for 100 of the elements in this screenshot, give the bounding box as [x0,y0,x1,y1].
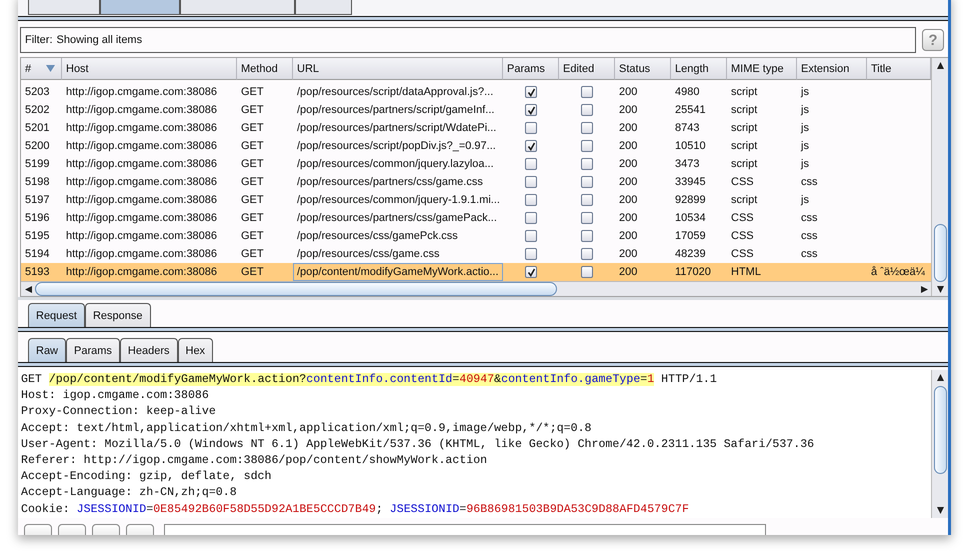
tab[interactable]: Raw [28,338,66,362]
table-cell: GET [241,86,264,98]
checkbox[interactable] [581,158,593,170]
table-row[interactable]: 5193 http://igop.cmgame.com:38086 GET /pop/content/modifyGameMyWork.actio... 200 117020 HTML å ˆä½œä¼ [21,263,931,281]
checkbox[interactable] [581,248,593,260]
table-cell: CSS [731,230,754,242]
checkbox[interactable] [581,104,593,116]
table-cell: script [731,86,758,98]
table-cell: /pop/content/modifyGameMyWork.actio... [297,266,499,278]
filter-label: Filter: [25,34,52,46]
checkbox[interactable] [525,194,537,206]
table-cell: 5203 [25,86,50,98]
table-cell: 33945 [675,176,706,188]
table-cell: /pop/resources/partners/script/gameInf... [297,104,494,116]
table-cell: http://igop.cmgame.com:38086 [66,140,218,152]
table-cell: CSS [731,212,754,224]
tab[interactable] [100,0,180,15]
table-cell: 5200 [25,140,50,152]
table-cell: GET [241,194,264,206]
table-cell: script [731,122,758,134]
table-cell: css [801,248,818,260]
table-cell: js [801,122,809,134]
tab[interactable] [28,0,100,15]
table-cell: 5201 [25,122,50,134]
table-cell: GET [241,176,264,188]
table-cell: 5195 [25,230,50,242]
filter-status: Showing all items [56,34,142,46]
table-cell: 200 [619,158,638,170]
table-cell: /pop/resources/css/game.css [297,248,440,260]
table-cell: 200 [619,248,638,260]
table-cell: 200 [619,122,638,134]
tab[interactable] [295,0,352,15]
checkbox[interactable] [525,176,537,188]
table-cell: 17059 [675,230,706,242]
tab[interactable]: Headers [120,338,178,362]
checkbox[interactable] [581,122,593,134]
table-cell: 200 [619,104,638,116]
table-cell: 200 [619,140,638,152]
checkbox[interactable] [525,104,537,116]
table-cell: GET [241,266,264,278]
table-cell: 25541 [675,104,706,116]
table-cell: css [801,230,818,242]
request-text[interactable]: GET /pop/content/modifyGameMyWork.action?contentInfo.contentId=40947&contentInfo.gameType=1 HTTP/1.1 Host: igop.cmgame.com:38086 Proxy-Connection: keep-alive Accept: text/html,application/xhtml+xml,application/xml;q=0.9,image/webp,*/*;q=0.8 User-Agent: Mozilla/5.0 (Windows NT 6.1) AppleWebKit/537.36 (KHTML, like Gecko) Chrome/42.0.2311.135 Safari/537.36 Referer: http://igop.cmgame.com:38086/pop/content/showMyWork.action Accept-Encoding: gzip, deflate, sdch Accept-Language: zh-CN,zh;q=0.8 Cookie: JSESSIONID=0E85492B60F58D55D92A1BE5CCCD7B49; JSESSIONID=96B86981503B9DA53C9D88AFD4579C7F [18,370,931,518]
table-cell: js [801,158,809,170]
table-cell: CSS [731,176,754,188]
table-cell: 200 [619,176,638,188]
table-cell: http://igop.cmgame.com:38086 [66,86,218,98]
table-cell: http://igop.cmgame.com:38086 [66,194,218,206]
table-cell: CSS [731,248,754,260]
table-cell: http://igop.cmgame.com:38086 [66,248,218,260]
table-cell: http://igop.cmgame.com:38086 [66,212,218,224]
checkbox[interactable] [525,122,537,134]
table-cell: 4980 [675,86,700,98]
checkbox[interactable] [525,86,537,98]
table-cell: http://igop.cmgame.com:38086 [66,122,218,134]
checkbox[interactable] [581,140,593,152]
table-cell: 117020 [675,266,711,278]
tab[interactable]: Request [28,303,85,327]
table-cell: 48239 [675,248,706,260]
checkbox[interactable] [581,212,593,224]
scrollbar-thumb[interactable] [934,224,946,282]
table-cell: /pop/resources/common/jquery.lazyloa... [297,158,494,170]
checkbox[interactable] [525,248,537,260]
table-cell: /pop/resources/partners/css/game.css [297,176,483,188]
table-cell: http://igop.cmgame.com:38086 [66,158,218,170]
table-cell: /pop/resources/script/dataApproval.js?... [297,86,494,98]
table-cell: css [801,176,818,188]
table-cell: script [731,194,758,206]
table-cell: 92899 [675,194,706,206]
scrollbar-thumb[interactable] [934,386,946,474]
table-cell: GET [241,158,264,170]
checkbox[interactable] [525,266,537,278]
table-cell: 5196 [25,212,50,224]
tab[interactable]: Hex [178,338,214,362]
table-cell: 3473 [675,158,700,170]
checkbox[interactable] [525,158,537,170]
table-cell: /pop/resources/css/gamePck.css [297,230,458,242]
table-cell: GET [241,230,264,242]
table-cell: http://igop.cmgame.com:38086 [66,266,218,278]
filter-bar[interactable]: Filter: Showing all items [20,27,916,53]
checkbox[interactable] [525,212,537,224]
checkbox[interactable] [581,230,593,242]
table-cell: /pop/resources/partners/script/WdatePi... [297,122,496,134]
checkbox[interactable] [525,140,537,152]
table-cell: http://igop.cmgame.com:38086 [66,176,218,188]
table-cell: 8743 [675,122,700,134]
checkbox[interactable] [581,194,593,206]
table-cell: 5193 [25,266,50,278]
tab[interactable] [180,0,295,15]
table-cell: /pop/resources/common/jquery-1.9.1.mi... [297,194,500,206]
checkbox[interactable] [581,266,593,278]
checkbox[interactable] [581,176,593,188]
table-cell: HTML [731,266,761,278]
checkbox[interactable] [581,86,593,98]
scrollbar-thumb[interactable] [35,282,557,296]
tab[interactable]: Response [84,303,151,327]
tab[interactable]: Params [66,338,120,362]
checkbox[interactable] [525,230,537,242]
table-cell: js [801,140,809,152]
table-cell: script [731,104,758,116]
